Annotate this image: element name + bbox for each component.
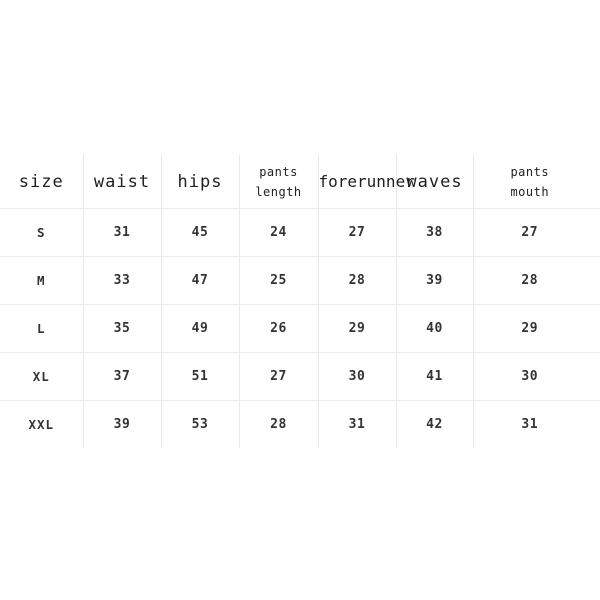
cell-pants-length: 25 (239, 256, 319, 305)
column-header-line: size (18, 171, 64, 192)
cell-waist: 31 (83, 208, 162, 257)
column-header-line: hips (177, 171, 223, 192)
cell-hips: 47 (161, 256, 240, 305)
cell-waves: 40 (396, 304, 474, 353)
cell-waist: 39 (83, 400, 162, 448)
cell-hips: 53 (161, 400, 240, 448)
cell-size-label: M (0, 256, 84, 305)
table-row: XL 37 51 27 30 41 30 (0, 352, 600, 401)
cell-waves: 38 (396, 208, 474, 257)
size-chart-table: size waist hips pants length forerunner waves p… (0, 155, 600, 448)
cell-size-label: L (0, 304, 84, 353)
cell-pants-length: 27 (239, 352, 319, 401)
cell-pants-length: 26 (239, 304, 319, 353)
cell-forerunner: 31 (318, 400, 397, 448)
table-row: M 33 47 25 28 39 28 (0, 256, 600, 305)
table-header-row: size waist hips pants length forerunner waves p… (0, 155, 600, 209)
size-chart-container: size waist hips pants length forerunner waves p… (0, 0, 600, 600)
column-header-waist: waist (83, 155, 162, 209)
column-header-pants-mouth: pants mouth (473, 155, 600, 209)
cell-waist: 35 (83, 304, 162, 353)
cell-forerunner: 27 (318, 208, 397, 257)
cell-waves: 42 (396, 400, 474, 448)
column-header-forerunner: forerunner (318, 155, 415, 209)
cell-pants-length: 28 (239, 400, 319, 448)
column-header-line: pants (510, 164, 550, 179)
cell-pants-mouth: 31 (473, 400, 600, 448)
cell-waist: 33 (83, 256, 162, 305)
column-header-line: mouth (510, 184, 550, 199)
cell-hips: 45 (161, 208, 240, 257)
column-header-pants-length: pants length (239, 155, 319, 209)
cell-forerunner: 30 (318, 352, 397, 401)
column-header-line: waist (93, 171, 151, 192)
cell-forerunner: 29 (318, 304, 397, 353)
cell-pants-mouth: 29 (473, 304, 600, 353)
table-row: L 35 49 26 29 40 29 (0, 304, 600, 353)
column-header-hips: hips (161, 155, 240, 209)
column-header-waves: waves (396, 155, 474, 209)
cell-waves: 41 (396, 352, 474, 401)
cell-waves: 39 (396, 256, 474, 305)
cell-forerunner: 28 (318, 256, 397, 305)
cell-pants-mouth: 27 (473, 208, 600, 257)
cell-waist: 37 (83, 352, 162, 401)
cell-hips: 49 (161, 304, 240, 353)
column-header-line: length (255, 184, 302, 199)
column-header-line: waves (406, 171, 463, 192)
table-row: XXL 39 53 28 31 42 31 (0, 400, 600, 448)
cell-pants-length: 24 (239, 208, 319, 257)
column-header-size: size (0, 155, 84, 209)
cell-hips: 51 (161, 352, 240, 401)
column-header-line: pants (259, 164, 298, 179)
cell-pants-mouth: 28 (473, 256, 600, 305)
table-row: S 31 45 24 27 38 27 (0, 208, 600, 257)
cell-size-label: XL (0, 352, 84, 401)
column-header-line: forerunner (318, 172, 415, 191)
cell-size-label: XXL (0, 400, 84, 448)
cell-pants-mouth: 30 (473, 352, 600, 401)
cell-size-label: S (0, 208, 84, 257)
